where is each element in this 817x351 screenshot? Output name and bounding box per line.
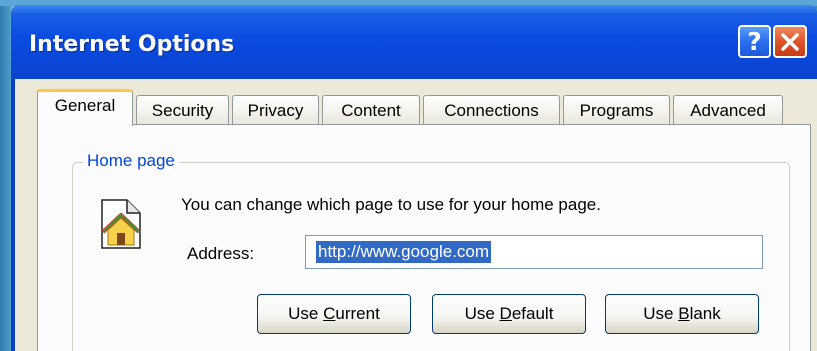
close-button[interactable] — [773, 25, 807, 58]
home-page-icon — [101, 199, 141, 249]
tab-strip: General Security Privacy Content Connect… — [37, 89, 817, 126]
tab-general[interactable]: General — [37, 89, 133, 126]
tab-programs[interactable]: Programs — [563, 95, 670, 125]
dialog-body: General Security Privacy Content Connect… — [15, 79, 817, 351]
use-current-button[interactable]: Use Current — [257, 294, 411, 334]
tab-label: Security — [151, 100, 214, 120]
use-default-button[interactable]: Use Default — [432, 294, 586, 334]
home-page-group: Home page You can change which page to u… — [72, 151, 790, 351]
address-label: Address: — [187, 244, 255, 263]
help-icon: ? — [747, 27, 762, 56]
home-page-group-title: Home page — [83, 151, 179, 171]
general-tab-page: Home page You can change which page to u… — [37, 124, 811, 351]
use-blank-label: Use Blank — [643, 304, 721, 323]
tab-label: Privacy — [247, 100, 304, 120]
tab-label: Connections — [444, 100, 539, 120]
use-default-label: Use Default — [464, 304, 554, 323]
tab-security[interactable]: Security — [136, 95, 229, 125]
window-title: Internet Options — [29, 32, 235, 57]
address-value: http://www.google.com — [316, 241, 492, 263]
close-icon — [781, 32, 799, 51]
tab-label: Content — [341, 100, 401, 120]
address-input[interactable]: http://www.google.com — [305, 235, 763, 269]
tab-advanced[interactable]: Advanced — [673, 95, 783, 125]
tab-label: Advanced — [690, 100, 766, 120]
tab-connections[interactable]: Connections — [423, 95, 560, 125]
internet-options-dialog: Internet Options ? General Security Priv… — [11, 5, 817, 351]
help-button[interactable]: ? — [738, 25, 771, 58]
use-blank-button[interactable]: Use Blank — [605, 294, 759, 334]
tab-label: General — [54, 96, 116, 115]
title-bar[interactable]: Internet Options ? — [11, 5, 817, 79]
tab-privacy[interactable]: Privacy — [232, 95, 319, 125]
tab-label: Programs — [579, 100, 654, 120]
use-current-label: Use Current — [288, 304, 380, 323]
tab-content[interactable]: Content — [322, 95, 420, 125]
home-page-description: You can change which page to use for you… — [181, 195, 601, 214]
